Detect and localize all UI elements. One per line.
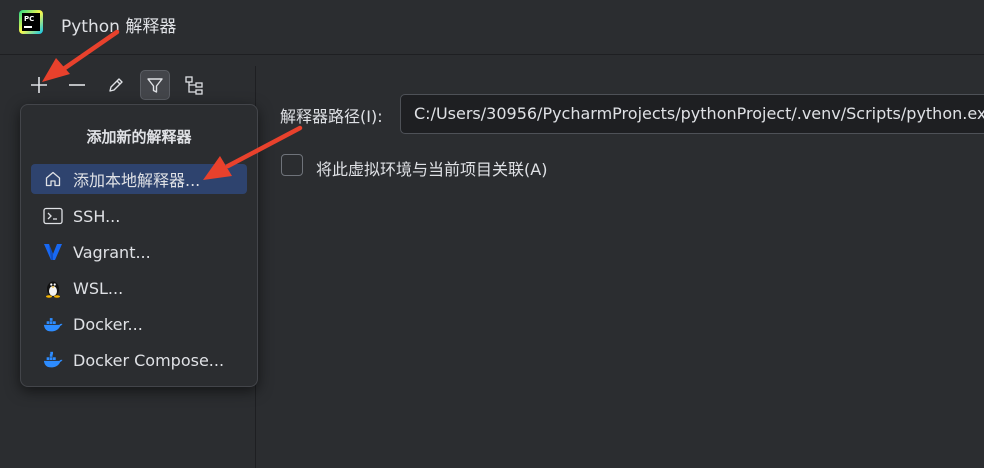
- pycharm-logo-icon: PC: [19, 10, 43, 34]
- linux-penguin-icon: [43, 278, 63, 298]
- menu-item-label: WSL...: [73, 278, 124, 298]
- filter-button[interactable]: [140, 70, 170, 100]
- menu-item-label: Docker Compose...: [73, 350, 225, 370]
- menu-item-label: 添加本地解释器...: [73, 171, 201, 190]
- vagrant-icon: [43, 242, 63, 262]
- add-interpreter-button[interactable]: [24, 70, 54, 100]
- logo-text: PC: [22, 13, 40, 31]
- show-paths-tree-button[interactable]: [179, 70, 209, 100]
- tree-view-icon: [185, 76, 203, 95]
- minus-icon: [69, 84, 85, 86]
- popup-title: 添加新的解释器: [86, 128, 192, 146]
- filter-icon: [147, 78, 163, 93]
- associate-project-checkbox[interactable]: [281, 154, 303, 176]
- terminal-icon: [43, 206, 63, 226]
- plus-icon: [31, 77, 47, 93]
- menu-item-docker-compose[interactable]: Docker Compose...: [31, 345, 247, 375]
- remove-interpreter-button[interactable]: [62, 70, 92, 100]
- associate-project-label: 将此虚拟环境与当前项目关联(A): [316, 160, 548, 179]
- add-interpreter-popup: 添加新的解释器 添加本地解释器... SSH... Vagrant... WSL…: [20, 104, 258, 387]
- edit-interpreter-button[interactable]: [101, 70, 131, 100]
- menu-item-wsl[interactable]: WSL...: [31, 273, 247, 303]
- menu-item-docker[interactable]: Docker...: [31, 309, 247, 339]
- docker-compose-icon: [43, 350, 63, 370]
- menu-item-label: Vagrant...: [73, 242, 151, 262]
- menu-item-vagrant[interactable]: Vagrant...: [31, 237, 247, 267]
- docker-icon: [43, 314, 63, 334]
- pencil-icon: [109, 78, 123, 92]
- interpreter-path-label: 解释器路径(I):: [280, 107, 383, 126]
- home-icon: [43, 169, 63, 189]
- menu-item-label: Docker...: [73, 314, 143, 334]
- menu-item-add-local-interpreter[interactable]: 添加本地解释器...: [31, 164, 247, 194]
- interpreter-path-field[interactable]: C:/Users/30956/PycharmProjects/pythonPro…: [400, 94, 984, 134]
- menu-item-label: SSH...: [73, 206, 121, 226]
- window-title: Python 解释器: [61, 17, 177, 37]
- title-bar: PC Python 解释器: [0, 0, 984, 55]
- menu-item-ssh[interactable]: SSH...: [31, 201, 247, 231]
